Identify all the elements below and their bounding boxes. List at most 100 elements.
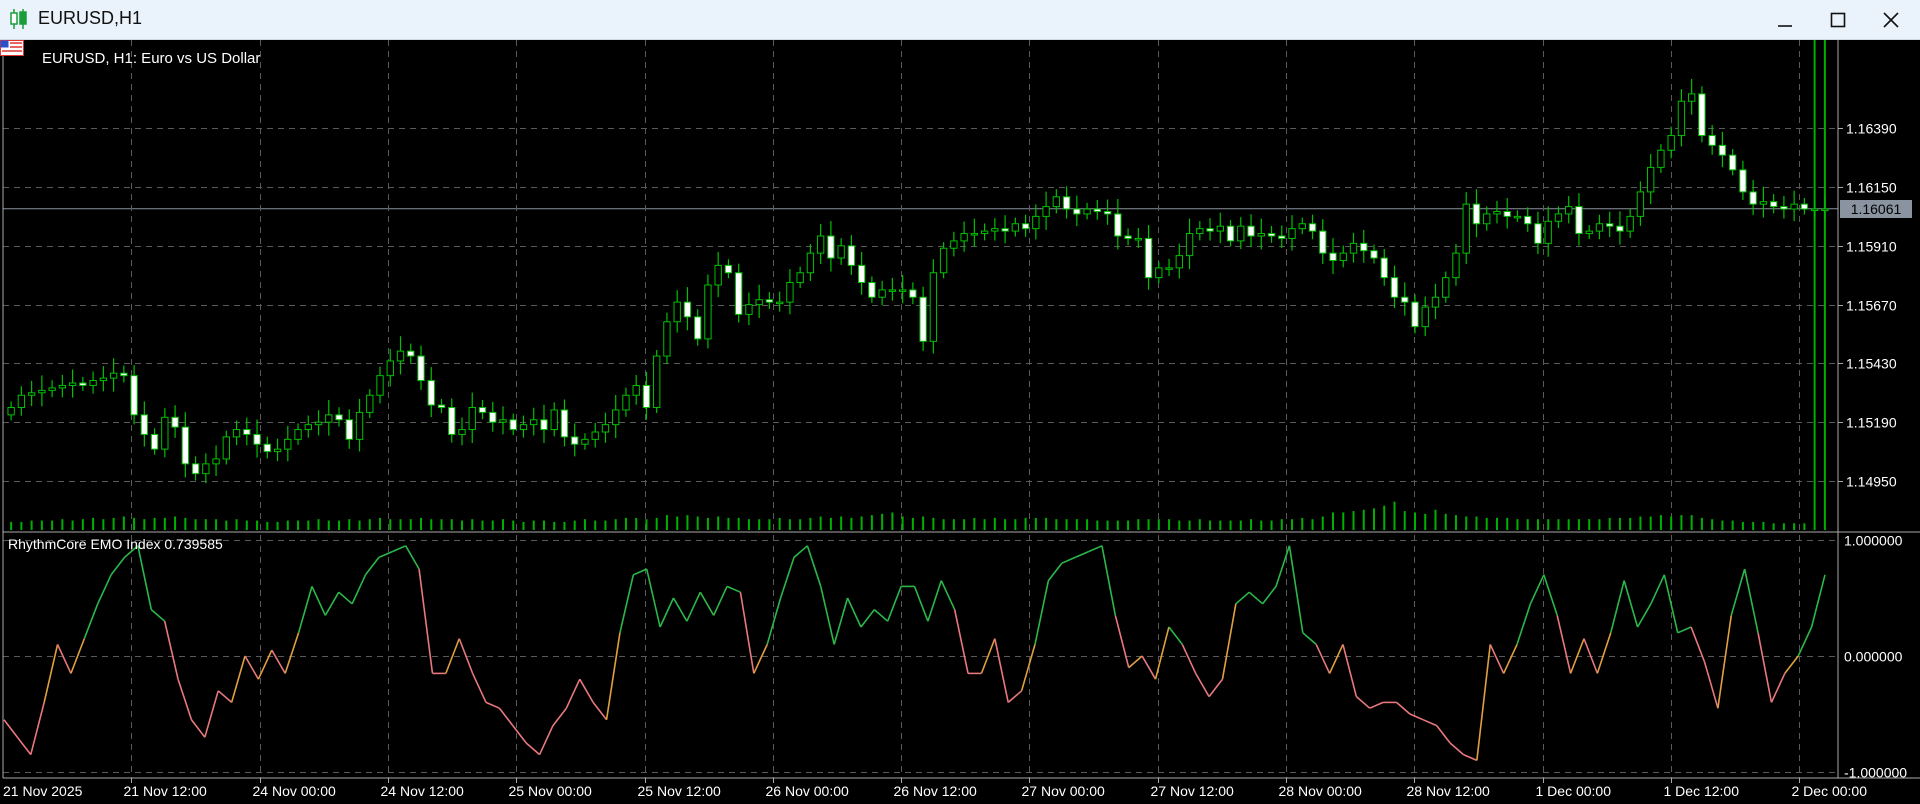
candle-body [1308, 223, 1317, 232]
candle-body [765, 299, 774, 303]
indicator-segment [1328, 644, 1344, 674]
candle-body [161, 416, 169, 450]
candle-body [1401, 296, 1409, 303]
indicator-segment [1261, 585, 1277, 605]
indicator-segment [1636, 603, 1652, 628]
candle-body [1216, 225, 1224, 232]
candle-body [437, 404, 446, 408]
indicator-segment [1703, 661, 1719, 709]
indicator-title: RhythmCore EMO Index 0.739585 [8, 536, 223, 552]
candle-body [714, 264, 722, 286]
indicator-segment [1101, 545, 1117, 616]
indicator-segment [217, 690, 233, 704]
candle-body [857, 264, 866, 284]
indicator-segment [833, 597, 849, 645]
indicator-segment [806, 545, 822, 587]
candle-body [1626, 215, 1634, 232]
candle-body [1390, 277, 1399, 298]
indicator-segment [1181, 644, 1197, 674]
candle-body [663, 321, 671, 357]
candle-body [243, 429, 251, 435]
indicator-segment [338, 591, 353, 605]
minimize-icon [1778, 25, 1792, 27]
candle-body [632, 384, 640, 396]
maximize-button[interactable] [1813, 0, 1863, 40]
candle-body [540, 419, 548, 431]
candle-body [1011, 223, 1020, 232]
indicator-segment [1061, 556, 1076, 564]
candle-body [1687, 93, 1696, 102]
chart-canvas[interactable]: 1.16390 1.16150 1.15910 1.15670 1.15430 1.151… [0, 40, 1920, 804]
candle-body [89, 380, 97, 386]
candle-body [1360, 242, 1368, 252]
candle-body [38, 389, 46, 394]
candle-body [1185, 233, 1194, 257]
time-axis-label: 24 Nov 00:00 [253, 783, 336, 799]
candle-body [294, 429, 302, 440]
candle-body [878, 289, 886, 298]
indicator-segment [579, 678, 594, 703]
candle-body [560, 409, 569, 438]
chart-area[interactable]: 1.16390 1.16150 1.15910 1.15670 1.15430 1.151… [0, 40, 1920, 804]
candle-body [1021, 223, 1030, 230]
candle-body [888, 289, 897, 292]
indicator-segment [418, 568, 434, 674]
candle-body [458, 429, 466, 435]
indicator-segment [1717, 615, 1733, 709]
candle-body [806, 252, 815, 274]
candle-body [1206, 228, 1214, 232]
candle-body [1718, 144, 1727, 156]
candle-body [1606, 223, 1614, 227]
indicator-segment [56, 644, 72, 674]
indicator-segment [739, 592, 755, 674]
indicator-segment [3, 719, 19, 738]
candle-body [1739, 169, 1747, 193]
price-axis-tick: 1.15190 [1846, 415, 1897, 431]
indicator-segment [1034, 580, 1050, 645]
candle-body [1646, 166, 1655, 193]
candle-body [1431, 296, 1440, 308]
minimize-button[interactable] [1760, 0, 1810, 40]
indicator-segment [351, 574, 367, 605]
indicator-segment [378, 550, 393, 559]
candle-body [1503, 211, 1511, 217]
candle-body [1534, 223, 1542, 244]
candle-body [1769, 201, 1778, 208]
indicator-axis-tick: 0.000000 [1844, 649, 1903, 665]
indicator-segment [1543, 574, 1558, 616]
candle-body [724, 264, 733, 274]
candle-body [1513, 215, 1522, 219]
indicator-segment [645, 568, 661, 628]
indicator-segment [1302, 632, 1317, 646]
indicator-segment [1355, 695, 1371, 709]
indicator-segment [163, 621, 179, 680]
indicator-segment [204, 690, 220, 738]
indicator-segment [1396, 701, 1411, 715]
candle-body [1595, 223, 1604, 232]
candle-body [489, 411, 497, 423]
indicator-segment [994, 638, 1010, 703]
time-axis-label: 28 Nov 12:00 [1407, 783, 1490, 799]
candle-body [1575, 206, 1583, 235]
indicator-segment [1784, 655, 1799, 674]
candle-body [1657, 149, 1665, 168]
close-button[interactable] [1866, 0, 1916, 40]
candle-body [1421, 306, 1429, 328]
indicator-segment [846, 597, 862, 628]
candle-body [1124, 235, 1132, 239]
indicator-axis-tick: 1.000000 [1844, 533, 1903, 549]
candle-body [1800, 203, 1809, 210]
candle-body [1134, 237, 1142, 241]
candle-body [232, 429, 241, 438]
candle-body [1411, 301, 1419, 328]
candle-body [1165, 267, 1173, 270]
indicator-segment [364, 556, 380, 576]
indicator-segment [1757, 632, 1773, 703]
candle-body [407, 350, 415, 357]
indicator-segment [1730, 568, 1746, 616]
candle-body [1544, 220, 1552, 244]
candle-body [653, 355, 661, 408]
candle-body [499, 419, 507, 423]
candle-body [171, 416, 179, 428]
candle-body [1370, 250, 1378, 259]
